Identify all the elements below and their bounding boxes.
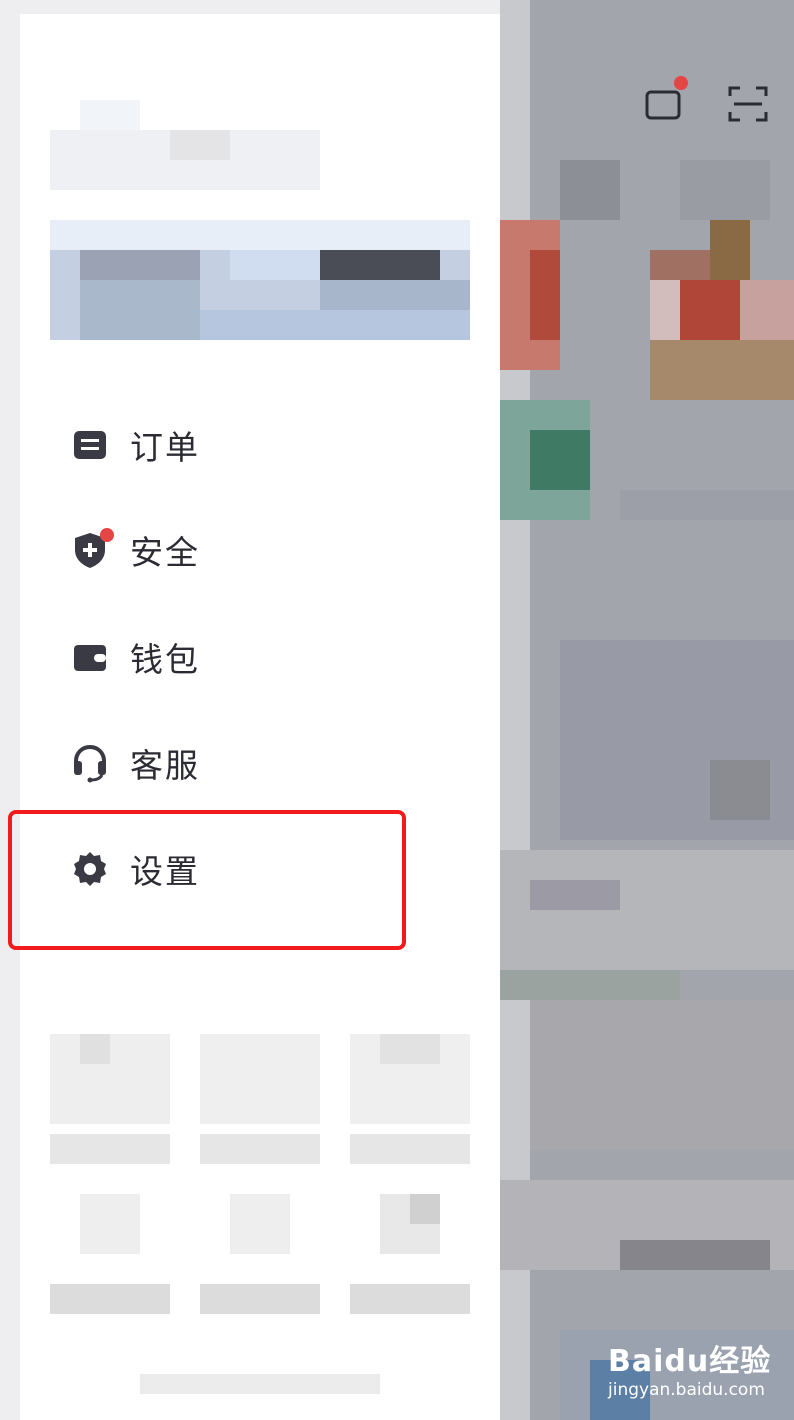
security-badge	[100, 528, 114, 542]
settings-highlight-box	[8, 810, 406, 950]
background-top-bar	[640, 80, 780, 130]
menu-item-wallet[interactable]: 钱包	[70, 622, 430, 692]
wallet-icon	[70, 637, 110, 677]
shield-plus-icon	[70, 528, 114, 570]
message-icon[interactable]	[644, 86, 684, 126]
message-badge	[674, 76, 688, 90]
menu-item-security[interactable]: 安全	[70, 515, 430, 585]
menu-item-label: 安全	[130, 533, 200, 572]
baidu-jingyan-watermark: Baidu经验 jingyan.baidu.com	[608, 1336, 788, 1406]
scan-icon[interactable]	[728, 84, 768, 124]
menu-item-customer-service[interactable]: 客服	[70, 728, 430, 798]
menu-item-orders[interactable]: 订单	[70, 410, 430, 480]
profile-mosaic	[50, 100, 470, 340]
menu-item-label: 订单	[130, 428, 200, 467]
blurred-background-app	[500, 0, 794, 1420]
headset-icon	[70, 743, 110, 783]
menu-item-label: 钱包	[130, 640, 200, 679]
side-drawer	[20, 14, 500, 1420]
pixelated-content	[500, 0, 794, 1420]
menu-item-label: 客服	[130, 746, 200, 785]
watermark-url: jingyan.baidu.com	[608, 1380, 765, 1400]
watermark-logo: Baidu经验	[608, 1344, 772, 1379]
bottom-mosaic	[50, 1034, 470, 1394]
order-icon	[70, 425, 110, 465]
